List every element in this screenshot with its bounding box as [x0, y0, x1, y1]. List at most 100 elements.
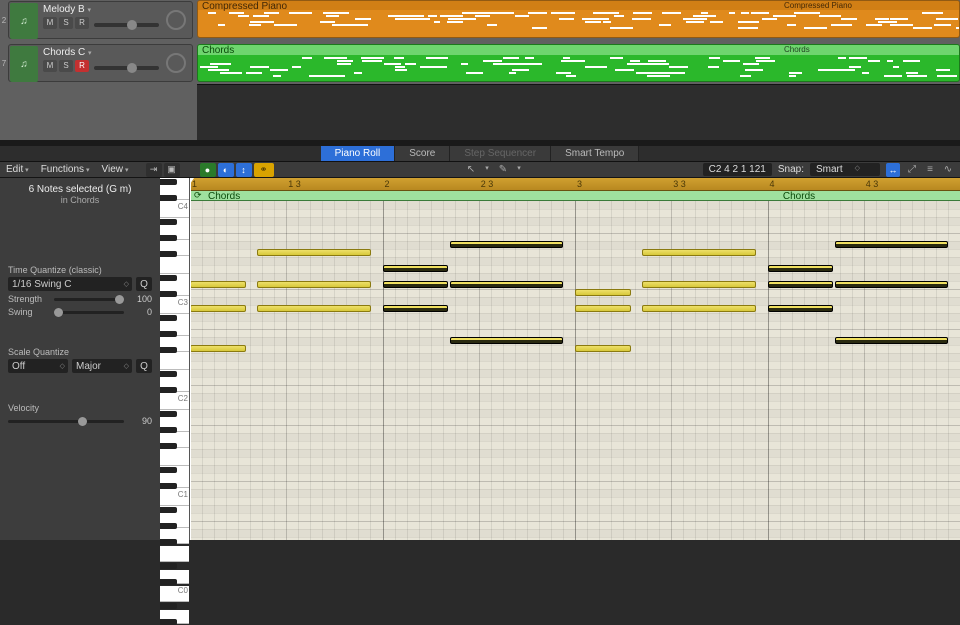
zoom-horizontal-icon[interactable]: ↔ — [886, 163, 900, 177]
menu-functions[interactable]: Functions — [35, 162, 96, 177]
solo-button[interactable]: S — [59, 60, 73, 72]
region-name: Chords — [784, 45, 810, 54]
catch-playhead-icon[interactable]: ▣ — [164, 163, 180, 177]
midi-note[interactable] — [450, 241, 564, 248]
volume-slider[interactable] — [94, 23, 159, 27]
midi-note[interactable] — [383, 281, 448, 288]
velocity-slider[interactable] — [8, 420, 124, 423]
midi-note[interactable] — [575, 345, 631, 352]
region-header[interactable]: Chords Chords ⟳ — [190, 191, 960, 201]
midi-note[interactable] — [190, 281, 246, 288]
pan-knob[interactable] — [166, 53, 186, 73]
track-name: Melody — [43, 4, 75, 15]
swing-slider[interactable] — [54, 311, 124, 314]
ruler-label: 2 3 — [481, 179, 494, 189]
tool-menu-icon[interactable]: ▾ — [513, 164, 525, 176]
snap-label: Snap: — [778, 164, 804, 175]
region-name-right: Chords — [783, 191, 815, 202]
midi-in-icon[interactable]: ● — [200, 163, 216, 177]
strength-slider[interactable] — [54, 298, 124, 301]
midi-note[interactable] — [257, 305, 371, 312]
velocity-value[interactable]: 90 — [128, 416, 152, 426]
position-display[interactable]: C2 4 2 1 121 — [703, 163, 772, 176]
scale-quantize-label: Scale Quantize — [8, 347, 152, 357]
midi-note[interactable] — [450, 337, 564, 344]
tool-menu-icon[interactable]: ▾ — [481, 164, 493, 176]
swing-label: Swing — [8, 307, 50, 317]
collapse-icon[interactable]: ↕ — [236, 163, 252, 177]
midi-note[interactable] — [257, 281, 371, 288]
arrange-area: 2 ♫ Melody B ▾ M S R 7 ♫ Chords C ▾ M — [0, 0, 960, 140]
midi-note[interactable] — [642, 281, 756, 288]
track-header-chords[interactable]: 7 ♫ Chords C ▾ M S R — [8, 44, 193, 82]
midi-note[interactable] — [835, 241, 949, 248]
tab-piano-roll[interactable]: Piano Roll — [321, 146, 396, 161]
scale-quantize-button[interactable]: Q — [136, 359, 152, 373]
volume-slider[interactable] — [94, 66, 159, 70]
track-pitch: B — [78, 4, 85, 15]
ruler-label: 4 3 — [866, 179, 879, 189]
midi-note[interactable] — [383, 265, 448, 272]
swing-value[interactable]: 0 — [128, 307, 152, 317]
midi-note[interactable] — [190, 345, 246, 352]
bar-ruler[interactable]: 11 322 333 344 3 — [190, 178, 960, 191]
quantize-button[interactable]: Q — [136, 277, 152, 291]
editor-tab-bar: Piano Roll Score Step Sequencer Smart Te… — [0, 146, 960, 162]
disclosure-icon[interactable]: ▾ — [88, 50, 92, 57]
zoom-tool-icon[interactable]: ⤢ — [906, 164, 918, 176]
track-number: 2 — [1, 2, 7, 38]
midi-note[interactable] — [835, 337, 949, 344]
mute-button[interactable]: M — [43, 17, 57, 29]
midi-note[interactable] — [768, 305, 833, 312]
instrument-icon: ♫ — [10, 3, 38, 39]
tab-smart-tempo[interactable]: Smart Tempo — [551, 146, 639, 161]
midi-note[interactable] — [642, 305, 756, 312]
automation-icon[interactable]: ∿ — [942, 164, 954, 176]
record-enable-button[interactable]: R — [75, 17, 89, 29]
midi-note[interactable] — [642, 249, 756, 256]
disclosure-icon[interactable]: ▾ — [87, 7, 91, 14]
playhead[interactable] — [190, 178, 191, 540]
record-enable-button[interactable]: R — [75, 60, 89, 72]
midi-note[interactable] — [768, 281, 833, 288]
arrange-lanes[interactable]: Compressed PianoCompressed Piano ChordsC… — [197, 0, 960, 140]
velocity-label: Velocity — [8, 403, 152, 413]
menu-edit[interactable]: Edit — [0, 162, 35, 177]
piano-roll-grid[interactable]: 11 322 333 344 3 Chords Chords ⟳ — [190, 178, 960, 540]
ruler-label: 1 3 — [288, 179, 301, 189]
tab-score[interactable]: Score — [395, 146, 450, 161]
midi-note[interactable] — [383, 305, 448, 312]
time-quantize-select[interactable]: 1/16 Swing C◇ — [8, 277, 132, 291]
time-quantize-label: Time Quantize (classic) — [8, 265, 152, 275]
track-name: Chords — [43, 47, 75, 58]
piano-keyboard[interactable]: C4C3C2C1C0 — [160, 178, 190, 540]
midi-note[interactable] — [835, 281, 949, 288]
menu-view[interactable]: View — [96, 162, 135, 177]
track-header-melody[interactable]: 2 ♫ Melody B ▾ M S R — [8, 1, 193, 39]
ruler-label: 2 — [385, 179, 390, 189]
midi-note[interactable] — [257, 249, 371, 256]
region-melody[interactable]: Compressed PianoCompressed Piano — [197, 0, 960, 38]
pan-knob[interactable] — [166, 10, 186, 30]
midi-note[interactable] — [450, 281, 564, 288]
loop-marker-icon[interactable]: ⟳ — [194, 190, 202, 201]
midi-note[interactable] — [575, 289, 631, 296]
scale-type-select[interactable]: Major◇ — [72, 359, 132, 373]
pointer-tool-icon[interactable]: ↖ — [465, 164, 477, 176]
strength-value[interactable]: 100 — [128, 294, 152, 304]
region-name: Compressed Piano — [784, 1, 852, 10]
midi-note[interactable] — [190, 305, 246, 312]
scale-root-select[interactable]: Off◇ — [8, 359, 68, 373]
midi-note[interactable] — [768, 265, 833, 272]
midi-note[interactable] — [575, 305, 631, 312]
link-icon[interactable]: ⚭ — [254, 163, 274, 177]
region-chords[interactable]: ChordsChords — [197, 44, 960, 82]
midi-out-icon[interactable]: ◐ — [218, 163, 234, 177]
solo-button[interactable]: S — [59, 17, 73, 29]
ruler-label: 3 3 — [673, 179, 686, 189]
midi-thru-icon[interactable]: ⇥ — [146, 163, 162, 177]
pencil-tool-icon[interactable]: ✎ — [497, 164, 509, 176]
note-color-icon[interactable]: ≡ — [924, 164, 936, 176]
mute-button[interactable]: M — [43, 60, 57, 72]
snap-select[interactable]: Smart◇ — [810, 163, 880, 176]
